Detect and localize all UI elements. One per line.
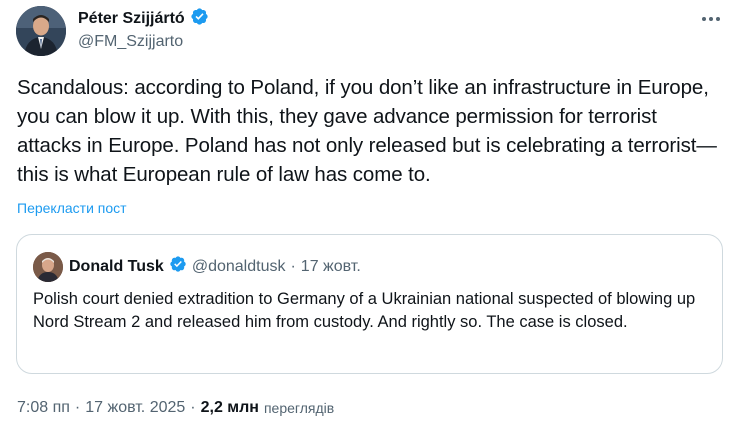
author-avatar[interactable] <box>16 6 66 56</box>
meta-separator: · <box>190 399 196 416</box>
quoted-author-name[interactable]: Donald Tusk <box>69 258 164 276</box>
quoted-timestamp[interactable]: 17 жовт. <box>301 258 361 276</box>
author-handle[interactable]: @FM_Szijjarto <box>78 33 209 51</box>
quoted-header: Donald Tusk @donaldtusk · 17 жовт. <box>69 255 361 278</box>
author-block: Péter Szijjártó @FM_Szijjarto <box>78 8 209 51</box>
quoted-tweet[interactable]: Donald Tusk @donaldtusk · 17 жовт. Polis… <box>16 234 723 374</box>
quoted-separator: · <box>290 257 296 275</box>
more-options-icon[interactable] <box>698 8 724 30</box>
post-date[interactable]: 17 жовт. 2025 <box>85 399 185 417</box>
translate-post-link[interactable]: Перекласти пост <box>17 200 127 216</box>
tweet-text: Scandalous: according to Poland, if you … <box>17 76 717 186</box>
views-count: 2,2 млн <box>200 399 259 416</box>
post-time[interactable]: 7:08 пп <box>17 399 70 417</box>
verified-badge-icon <box>169 255 187 278</box>
meta-separator: · <box>74 399 81 416</box>
tweet-meta: 7:08 пп · 17 жовт. 2025 · 2,2 млн перегл… <box>17 399 334 417</box>
quoted-author-avatar[interactable] <box>33 252 63 282</box>
verified-badge-icon <box>190 7 209 31</box>
quoted-author-handle[interactable]: @donaldtusk <box>192 258 286 276</box>
views-label: переглядів <box>263 400 335 416</box>
quoted-text: Polish court denied extradition to Germa… <box>33 290 696 331</box>
author-name[interactable]: Péter Szijjártó <box>78 10 185 28</box>
